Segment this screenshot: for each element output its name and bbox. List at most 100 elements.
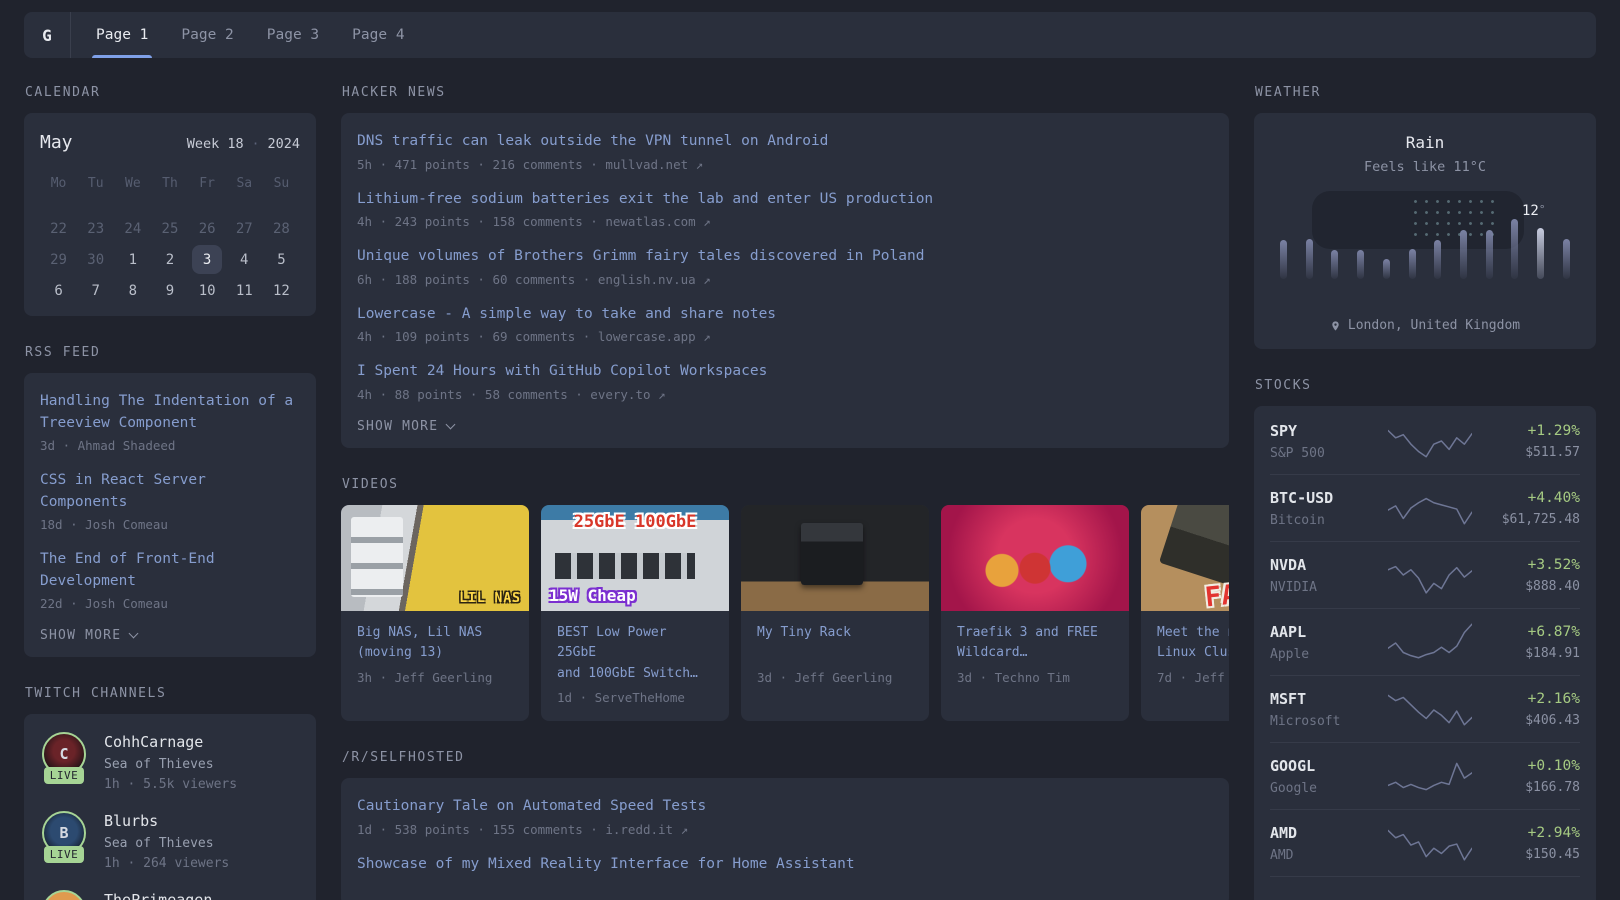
feed-item: Lithium-free sodium batteries exit the l… <box>357 189 1213 230</box>
stock-change: +0.10% <box>1527 757 1580 774</box>
feed-item-meta: 22d · Josh Comeau <box>40 596 168 611</box>
calendar-day-number: 11 <box>235 282 253 299</box>
twitch-avatar-wrap: LIVE <box>40 890 88 900</box>
calendar-weekday-row: Mo Tu We Th Fr Sa Su <box>40 172 300 194</box>
calendar-day-number: 25 <box>161 220 179 237</box>
nav-tab[interactable]: Page 1 <box>91 12 153 58</box>
calendar-day: 9 <box>151 275 188 306</box>
calendar-day-number: 4 <box>240 251 249 268</box>
stock-change: +3.52% <box>1527 556 1580 573</box>
video-title-line: My Tiny Rack <box>757 624 851 640</box>
calendar-day-number: 12 <box>272 282 290 299</box>
feed-item: Cautionary Tale on Automated Speed Tests… <box>357 796 1213 837</box>
feed-item-title[interactable]: DNS traffic can leak outside the VPN tun… <box>357 131 1213 153</box>
stock-company: NVIDIA <box>1270 579 1317 595</box>
section-heading-hackernews: HACKER NEWS <box>342 85 446 100</box>
stock-change: +4.40% <box>1527 489 1580 506</box>
weather-bar <box>1537 228 1545 279</box>
thumbnail-caption-bottom: FAS <box>1203 577 1229 611</box>
weather-widget: Rain Feels like 11°C 12° London, United … <box>1254 113 1596 349</box>
feed-item-title[interactable]: I Spent 24 Hours with GitHub Copilot Wor… <box>357 361 1213 383</box>
video-title[interactable]: My Tiny Rack <box>757 623 913 664</box>
stock-row[interactable]: AAPL Apple +6.87% $184.91 <box>1270 608 1580 675</box>
calendar-day-number: 9 <box>165 282 175 299</box>
weather-location: London, United Kingdom <box>1270 318 1580 333</box>
show-more-label: SHOW MORE <box>357 418 439 434</box>
stock-row[interactable]: NVDA NVIDIA +3.52% $888.40 <box>1270 541 1580 608</box>
stock-sparkline <box>1388 621 1472 663</box>
video-card[interactable]: My Tiny Rack 3d · Jeff Geerling <box>741 504 929 721</box>
feed-item-meta: 5h · 471 points · 216 comments · mullvad… <box>357 156 704 172</box>
video-title-line: and 100GbE Switch… <box>557 665 698 681</box>
feed-item-title[interactable]: CSS in React Server Components <box>40 470 300 513</box>
stock-values: +2.94% $150.45 <box>1472 825 1580 862</box>
stock-row[interactable]: GOOGL Google +0.10% $166.78 <box>1270 742 1580 809</box>
stock-id: GOOGL Google <box>1270 757 1388 796</box>
video-card[interactable]: FAS Meet the n… Linux Clus… 7d · Jeff Gee… <box>1141 504 1229 721</box>
feed-item-title[interactable]: Handling The Indentation of a Treeview C… <box>40 391 300 434</box>
stock-row[interactable]: SPY S&P 500 +1.29% $511.57 <box>1270 408 1580 474</box>
video-title[interactable]: Big NAS, Lil NAS (moving 13) <box>357 623 513 664</box>
stocks-widget: SPY S&P 500 +1.29% $511.57 BTC-USD Bitco… <box>1254 406 1596 900</box>
calendar-day-number: 24 <box>124 220 142 237</box>
calendar-weekday: Th <box>162 175 178 191</box>
twitch-channel[interactable]: LIVE ThePrimeagen <box>40 890 300 900</box>
feed-item-title[interactable]: Cautionary Tale on Automated Speed Tests <box>357 796 1213 818</box>
video-meta: 3h · Jeff Geerling <box>357 669 493 685</box>
nav-tab[interactable]: Page 3 <box>265 12 321 58</box>
video-body: BEST Low Power 25GbE and 100GbE Switch… 1… <box>541 611 729 722</box>
calendar-day: 1 <box>114 244 151 275</box>
rss-show-more-button[interactable]: SHOW MORE <box>40 628 139 643</box>
twitch-channel-name[interactable]: ThePrimeagen <box>104 890 212 900</box>
video-card[interactable]: LIL NAS Big NAS, Lil NAS (moving 13) 3h ·… <box>341 504 529 721</box>
video-thumbnail[interactable] <box>741 504 929 611</box>
temp-degree-symbol: ° <box>1538 203 1546 216</box>
video-card[interactable]: Traefik 3 and FREE Wildcard… 3d · Techno … <box>941 504 1129 721</box>
stock-row[interactable]: MSFT Microsoft +2.16% $406.43 <box>1270 675 1580 742</box>
hackernews-show-more-button[interactable]: SHOW MORE <box>357 418 456 434</box>
feed-item-title[interactable]: Lowercase - A simple way to take and sha… <box>357 304 1213 326</box>
section-heading-rss: RSS FEED <box>25 345 101 360</box>
video-title[interactable]: Meet the n… Linux Clus… <box>1157 623 1229 664</box>
video-thumbnail[interactable]: FAS <box>1141 504 1229 611</box>
feed-item-title[interactable]: The End of Front-End Development <box>40 549 300 592</box>
calendar-day-number: 1 <box>128 251 138 268</box>
twitch-channel[interactable]: B LIVE Blurbs Sea of Thieves 1h · 264 vi… <box>40 811 300 871</box>
feed-item-title[interactable]: Showcase of my Mixed Reality Interface f… <box>357 854 1213 876</box>
calendar-week: Week 18 · 2024 <box>187 136 300 152</box>
video-title[interactable]: BEST Low Power 25GbE and 100GbE Switch… <box>557 623 713 685</box>
stock-row[interactable]: BTC-USD Bitcoin +4.40% $61,725.48 <box>1270 474 1580 541</box>
twitch-channel[interactable]: C LIVE CohhCarnage Sea of Thieves 1h · 5… <box>40 732 300 792</box>
calendar-weekday: Su <box>273 175 290 191</box>
chevron-down-icon <box>445 419 456 429</box>
video-card[interactable]: 25GbE 100GbE 15W Cheap BEST Low Power 25… <box>541 504 729 722</box>
stock-price: $184.91 <box>1525 645 1580 661</box>
nav-tab[interactable]: Page 4 <box>350 12 406 58</box>
twitch-avatar-wrap: B LIVE <box>40 811 88 871</box>
video-title-line: Traefik 3 and FREE <box>957 624 1098 640</box>
calendar-day-number: 23 <box>87 220 105 237</box>
calendar-day-number: 5 <box>277 251 286 268</box>
feed-item-title[interactable]: Unique volumes of Brothers Grimm fairy t… <box>357 246 1213 268</box>
twitch-channel-name[interactable]: CohhCarnage <box>104 732 237 752</box>
nav-tabs: Page 1 Page 2 Page 3 Page 4 <box>91 12 407 58</box>
feed-item-title[interactable]: Lithium-free sodium batteries exit the l… <box>357 189 1213 211</box>
hackernews-section: HACKER NEWS DNS traffic can leak outside… <box>341 85 1229 448</box>
stock-sparkline <box>1388 420 1472 462</box>
video-thumbnail[interactable] <box>941 504 1129 611</box>
section-heading-videos: VIDEOS <box>342 476 399 492</box>
calendar-weekday: Fr <box>199 175 215 191</box>
stock-row[interactable]: RDDT -1.65% <box>1270 876 1580 900</box>
section-heading-reddit: /R/SELFHOSTED <box>342 750 465 765</box>
nav-tab[interactable]: Page 2 <box>179 12 235 58</box>
calendar-day-number: 26 <box>198 220 216 237</box>
app-logo[interactable]: G <box>24 12 71 58</box>
twitch-channel-name[interactable]: Blurbs <box>104 811 229 831</box>
weather-bar <box>1460 229 1468 279</box>
video-thumbnail[interactable]: 25GbE 100GbE 15W Cheap <box>541 504 729 611</box>
stock-sparkline <box>1388 554 1472 596</box>
weather-bar <box>1511 218 1519 279</box>
stock-row[interactable]: AMD AMD +2.94% $150.45 <box>1270 809 1580 876</box>
video-thumbnail[interactable]: LIL NAS <box>341 504 529 611</box>
video-title[interactable]: Traefik 3 and FREE Wildcard… <box>957 623 1113 664</box>
